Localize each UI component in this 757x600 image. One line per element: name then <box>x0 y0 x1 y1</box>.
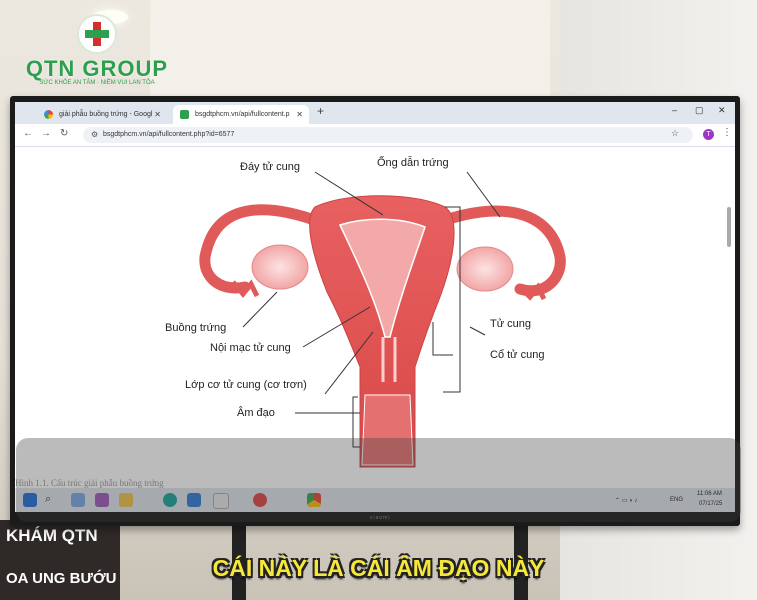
banner-line-1: KHÁM QTN <box>6 526 98 545</box>
left-ovary <box>251 244 309 290</box>
forward-arrow-icon[interactable]: → <box>41 128 51 139</box>
label-ovary: Buồng trứng <box>165 322 227 334</box>
menu-icon[interactable]: ⋮ <box>722 127 732 138</box>
maximize-button[interactable]: ▢ <box>695 105 704 116</box>
tab-google-search[interactable]: giải phẫu buồng trứng - Googl ✕ <box>37 105 167 124</box>
qtn-logo: QTN GROUP SỨC KHỎE AN TÂM · NIỀM VUI LAN… <box>22 14 172 92</box>
logo-name: QTN GROUP <box>25 56 169 81</box>
label-uterus: Tử cung <box>490 318 531 330</box>
tab-label: bsgdtphcm.vn/api/fullcontent.p <box>195 111 290 118</box>
logo-tagline: SỨC KHỎE AN TÂM · NIỀM VUI LAN TỎA <box>39 80 155 86</box>
google-icon <box>44 110 53 119</box>
wall-panel <box>150 0 550 100</box>
address-bar[interactable]: ⚙ bsgdtphcm.vn/api/fullcontent.php?id=65… <box>83 127 693 143</box>
new-tab-button[interactable]: + <box>317 104 324 118</box>
browser-toolbar: ← → ↻ ⚙ bsgdtphcm.vn/api/fullcontent.php… <box>15 124 735 147</box>
close-window-button[interactable]: ✕ <box>718 105 726 116</box>
label-fundus: Đáy tử cung <box>240 161 300 173</box>
reload-icon[interactable]: ↻ <box>60 128 68 139</box>
caption-overlay <box>16 438 741 522</box>
video-subtitle: CÁI NÀY LÀ CÁI ÂM ĐẠO NÀY <box>212 555 545 581</box>
label-myometrium: Lớp cơ tử cung (cơ trơn) <box>185 379 307 391</box>
site-info-icon[interactable]: ⚙ <box>91 127 98 143</box>
label-vagina: Âm đạo <box>237 407 275 419</box>
back-arrow-icon[interactable]: ← <box>23 128 33 139</box>
label-cervix: Cổ tử cung <box>490 349 545 361</box>
label-fallopian-tube: Ống dẫn trứng <box>377 157 449 169</box>
url-text: bsgdtphcm.vn/api/fullcontent.php?id=6577 <box>103 131 235 138</box>
medical-cross-icon <box>77 14 117 54</box>
page-content: Đáy tử cung Ống dẫn trứng Buồng trứng Nộ… <box>15 147 735 488</box>
close-tab-icon[interactable]: ✕ <box>154 105 161 124</box>
tab-fullcontent[interactable]: bsgdtphcm.vn/api/fullcontent.p ✕ <box>173 105 309 124</box>
site-icon <box>180 110 189 119</box>
close-tab-icon[interactable]: ✕ <box>296 105 303 124</box>
profile-avatar[interactable]: T <box>703 129 714 140</box>
label-endometrium: Nội mạc tử cung <box>210 342 291 354</box>
bookmark-star-icon[interactable]: ☆ <box>671 128 679 139</box>
uterus-diagram <box>199 171 566 468</box>
tab-bar: giải phẫu buồng trứng - Googl ✕ bsgdtphc… <box>15 102 735 124</box>
tab-label: giải phẫu buồng trứng - Googl <box>59 111 153 118</box>
right-ovary <box>456 246 514 292</box>
minimize-button[interactable]: – <box>672 105 677 115</box>
